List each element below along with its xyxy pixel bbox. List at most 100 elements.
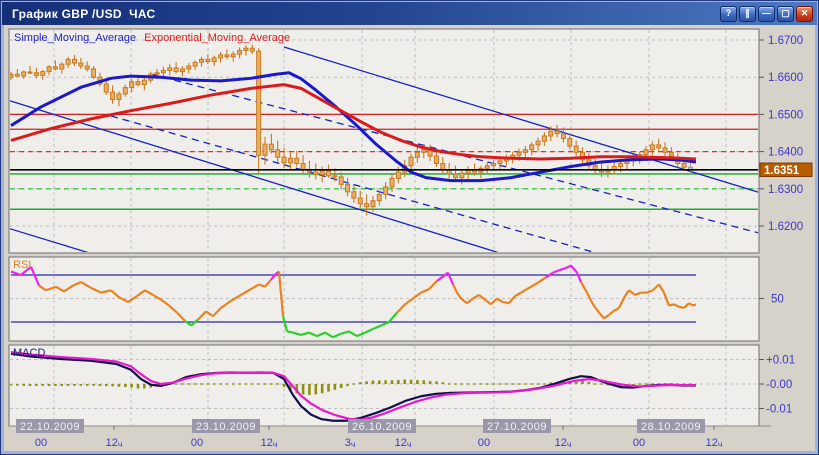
rsi-segment bbox=[668, 303, 675, 307]
candle-body bbox=[72, 58, 77, 64]
window-controls: ? ∥ — ▢ ✕ bbox=[720, 5, 813, 22]
title-bar[interactable]: График GBP /USD ЧАС ? ∥ — ▢ ✕ bbox=[2, 2, 817, 25]
candle-body bbox=[440, 163, 446, 170]
help-button[interactable]: ? bbox=[720, 5, 737, 22]
candle-body bbox=[46, 66, 52, 73]
current-price-value: 1.6351 bbox=[764, 165, 800, 177]
candle-body bbox=[78, 62, 84, 67]
candle-body bbox=[548, 130, 554, 137]
candle-body bbox=[116, 93, 122, 101]
price-axis-label: 1.6500 bbox=[768, 109, 803, 121]
chart-window: График GBP /USD ЧАС ? ∥ — ▢ ✕ Simple_Mov… bbox=[0, 0, 819, 455]
candle-body bbox=[338, 176, 344, 185]
candle-body bbox=[281, 156, 287, 164]
candle-body bbox=[433, 155, 439, 165]
candle-body bbox=[560, 133, 566, 140]
candle-body bbox=[268, 143, 274, 151]
candle-body bbox=[211, 57, 217, 63]
rsi-segment bbox=[502, 300, 510, 305]
price-axis-label: 1.6300 bbox=[768, 184, 803, 196]
candle-body bbox=[179, 68, 185, 73]
candle-body bbox=[357, 197, 363, 205]
price-axis-label: 1.6600 bbox=[768, 72, 803, 84]
minimize-button[interactable]: — bbox=[758, 5, 775, 22]
candle-body bbox=[351, 191, 357, 199]
candle-body bbox=[141, 79, 147, 86]
candle-body bbox=[154, 72, 160, 75]
candle-body bbox=[287, 157, 293, 164]
candle-body bbox=[414, 151, 420, 158]
candle-body bbox=[529, 144, 535, 151]
candle-body bbox=[262, 143, 268, 156]
candle-body bbox=[256, 50, 262, 156]
candle-body bbox=[459, 172, 465, 179]
time-axis-label: 12ч bbox=[706, 437, 723, 449]
candle-body bbox=[421, 149, 427, 153]
candle-body bbox=[618, 163, 624, 167]
pause-button[interactable]: ∥ bbox=[739, 5, 756, 22]
date-label: 26.10.2009 bbox=[352, 421, 412, 433]
macd-axis-label: +0.01 bbox=[766, 355, 795, 367]
legend-sma-label: Simple_Moving_Average bbox=[14, 32, 137, 44]
price-axis-label: 1.6700 bbox=[768, 35, 803, 47]
candle-body bbox=[230, 53, 236, 58]
candle-body bbox=[65, 58, 71, 65]
candle-body bbox=[516, 151, 522, 156]
maximize-button[interactable]: ▢ bbox=[777, 5, 794, 22]
candle-body bbox=[40, 71, 46, 76]
candle-body bbox=[668, 151, 674, 157]
candle-body bbox=[84, 65, 90, 70]
candle-body bbox=[224, 54, 230, 58]
candle-body bbox=[110, 91, 116, 101]
rsi-label: RSI bbox=[13, 259, 32, 271]
candle-body bbox=[491, 163, 497, 167]
candle-body bbox=[52, 66, 58, 70]
price-axis: 1.6700 1.6600 1.6500 1.6400 1.6300 1.6200 1.63… bbox=[759, 35, 813, 416]
candle-body bbox=[199, 58, 204, 63]
candle-body bbox=[21, 71, 27, 77]
chart-canvas[interactable]: 1.6700 1.6600 1.6500 1.6400 1.6300 1.6200 1.63… bbox=[1, 1, 819, 455]
close-button[interactable]: ✕ bbox=[796, 5, 813, 22]
candle-body bbox=[497, 160, 503, 165]
macd-label: MACD bbox=[13, 347, 46, 359]
chart-legend: Simple_Moving_Average Exponential_Moving… bbox=[14, 32, 290, 44]
time-axis-label: 12ч bbox=[555, 437, 572, 449]
candle-body bbox=[681, 163, 687, 168]
candle-body bbox=[160, 70, 166, 74]
legend-ema-label: Exponential_Moving_Average bbox=[144, 32, 291, 44]
rsi-segment bbox=[692, 303, 697, 307]
candle-body bbox=[129, 81, 135, 89]
candle-body bbox=[326, 170, 331, 177]
candle-body bbox=[364, 203, 370, 208]
macd-axis-label: -0.01 bbox=[766, 404, 792, 416]
candle-body bbox=[535, 140, 541, 146]
candle-body bbox=[313, 171, 319, 176]
candle-body bbox=[656, 144, 662, 149]
candle-body bbox=[573, 145, 579, 153]
candle-body bbox=[611, 165, 617, 170]
rsi-axis-label: 50 bbox=[771, 294, 784, 306]
candle-body bbox=[465, 169, 471, 174]
candle-body bbox=[541, 135, 547, 142]
rsi-segment bbox=[678, 305, 685, 309]
candle-body bbox=[27, 71, 33, 74]
candle-body bbox=[408, 156, 414, 167]
candle-body bbox=[218, 54, 224, 59]
candle-body bbox=[249, 47, 255, 52]
price-axis-label: 1.6200 bbox=[768, 221, 803, 233]
candle-body bbox=[173, 67, 179, 73]
price-axis-label: 1.6400 bbox=[768, 147, 803, 159]
candle-body bbox=[567, 138, 573, 147]
candle-body bbox=[649, 144, 655, 151]
time-axis-label: 12ч bbox=[106, 437, 123, 449]
candle-body bbox=[484, 165, 490, 169]
candle-body bbox=[554, 130, 560, 135]
candle-body bbox=[662, 147, 668, 153]
candle-body bbox=[59, 63, 65, 70]
time-axis-label: 00 bbox=[633, 437, 645, 449]
date-label: 22.10.2009 bbox=[20, 421, 80, 433]
candle-body bbox=[243, 47, 249, 51]
main-chart-panel[interactable] bbox=[8, 28, 760, 254]
candle-body bbox=[643, 149, 649, 156]
candle-body bbox=[345, 183, 351, 193]
